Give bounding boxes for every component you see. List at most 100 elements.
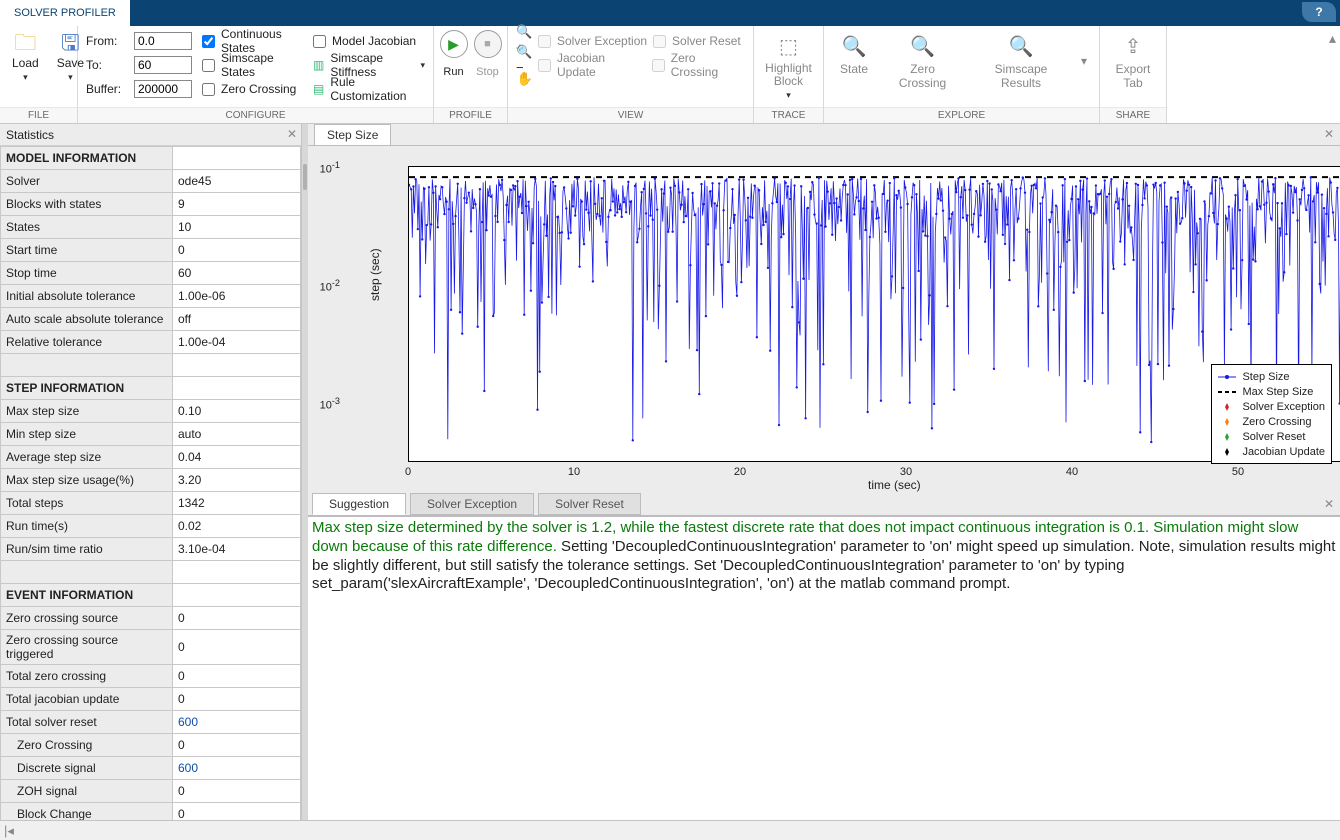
chart-icon: ▥ <box>313 58 324 72</box>
stat-val-link[interactable]: 600 <box>173 757 301 780</box>
legend-zc: Zero Crossing <box>1242 416 1311 428</box>
to-input[interactable] <box>134 56 192 74</box>
stat-val: 9 <box>173 193 301 216</box>
group-explore: 🔍State 🔍Zero Crossing 🔍Simscape Results … <box>824 26 1100 123</box>
stat-val: 0 <box>173 734 301 757</box>
stat-val: 1342 <box>173 492 301 515</box>
statistics-table: MODEL INFORMATION Solverode45 Blocks wit… <box>0 146 301 820</box>
sim-results-icon: 🔍 <box>1007 32 1035 60</box>
from-label: From: <box>86 34 128 48</box>
stat-key: Max step size <box>1 400 173 423</box>
tab-suggestion[interactable]: Suggestion <box>312 493 406 515</box>
export-icon: ⇪ <box>1119 32 1147 60</box>
chevron-down-icon: ▾ <box>786 90 791 101</box>
stat-key: Zero crossing source triggered <box>1 630 173 665</box>
group-configure: From: To: Buffer: Continuous States Sims… <box>78 26 434 123</box>
rule-customization-button[interactable]: ▤ Rule Customization <box>313 78 425 100</box>
minimize-toolstrip-icon[interactable]: ▴ <box>1329 30 1336 47</box>
rewind-icon[interactable]: |◂ <box>4 823 14 839</box>
chevron-down-icon: ▾ <box>68 72 73 83</box>
export-tab-label: Export Tab <box>1116 62 1151 90</box>
chk-view-solver-reset-label: Solver Reset <box>672 34 741 48</box>
group-label-trace: TRACE <box>754 107 823 123</box>
gear-icon[interactable]: ✕ <box>1324 127 1334 141</box>
group-share: ⇪Export Tab SHARE <box>1100 26 1166 123</box>
chk-simscape-states[interactable] <box>202 59 215 72</box>
group-file: 🗀 Load ▾ 🖫 Save ▾ FILE <box>0 26 78 123</box>
tab-solver-profiler[interactable]: SOLVER PROFILER <box>0 0 130 26</box>
from-input[interactable] <box>134 32 192 50</box>
chk-continuous-states[interactable] <box>202 35 215 48</box>
chevron-down-icon: ▾ <box>23 72 28 83</box>
chk-view-solver-exception <box>538 35 551 48</box>
highlight-block-button: ⬚ Highlight Block ▾ <box>762 30 815 103</box>
legend-solver-exc: Solver Exception <box>1242 401 1325 413</box>
run-label: Run <box>440 66 468 78</box>
stat-key: Total solver reset <box>1 711 173 734</box>
stat-val: 3.10e-04 <box>173 538 301 561</box>
toolstrip: 🗀 Load ▾ 🖫 Save ▾ FILE From: To: Buffer:… <box>0 26 1340 124</box>
state-button: 🔍State <box>832 30 876 92</box>
ytick: 10-1 <box>244 160 340 176</box>
chk-zero-crossing[interactable] <box>202 83 215 96</box>
stop-button[interactable]: ■ <box>474 30 502 58</box>
simscape-stiffness-button[interactable]: ▥Simscape Stiffness ▾ <box>313 54 425 76</box>
statistics-panel: Statistics ✕ MODEL INFORMATION Solverode… <box>0 124 302 820</box>
zoom-out-icon[interactable]: 🔍− <box>516 50 534 68</box>
stat-key: Run time(s) <box>1 515 173 538</box>
buffer-label: Buffer: <box>86 82 128 96</box>
legend-max-step: Max Step Size <box>1242 386 1313 398</box>
stat-key: Discrete signal <box>1 757 173 780</box>
stat-val: 0 <box>173 630 301 665</box>
chart-xlabel: time (sec) <box>868 478 921 492</box>
tab-step-size[interactable]: Step Size <box>314 124 391 145</box>
legend-solver-reset: Solver Reset <box>1242 431 1305 443</box>
stop-icon: ■ <box>484 38 491 50</box>
stat-key: Total steps <box>1 492 173 515</box>
chk-model-jacobian-label: Model Jacobian <box>332 34 416 48</box>
explore-more-button[interactable]: ▾ <box>1077 30 1091 92</box>
stat-key: Total jacobian update <box>1 688 173 711</box>
stat-key: Initial absolute tolerance <box>1 285 173 308</box>
export-tab-button: ⇪Export Tab <box>1108 30 1158 92</box>
step-size-chart <box>409 167 1340 463</box>
list-icon: ▤ <box>313 82 324 96</box>
chk-view-solver-reset <box>653 35 666 48</box>
stat-key: Total zero crossing <box>1 665 173 688</box>
chart-ylabel: step (sec) <box>368 248 382 301</box>
stat-val-link[interactable]: 600 <box>173 711 301 734</box>
load-button[interactable]: 🗀 Load ▾ <box>8 30 43 85</box>
rule-customization-label: Rule Customization <box>330 75 425 103</box>
stat-key: Solver <box>1 170 173 193</box>
stat-val: 0 <box>173 803 301 821</box>
chk-model-jacobian[interactable] <box>313 35 326 48</box>
chart-axes[interactable] <box>408 166 1340 462</box>
load-label: Load <box>12 56 39 70</box>
simscape-results-button: 🔍Simscape Results <box>969 30 1073 92</box>
right-panel: Step Size ✕ step (sec) time (sec) 10-1 1… <box>308 124 1340 820</box>
chk-zero-crossing-label: Zero Crossing <box>221 82 296 96</box>
run-button[interactable]: ▶ <box>440 30 468 58</box>
stat-val: 3.20 <box>173 469 301 492</box>
chk-view-jacobian-update <box>538 59 551 72</box>
tab-solver-exception[interactable]: Solver Exception <box>410 493 534 515</box>
stat-val: auto <box>173 423 301 446</box>
buffer-input[interactable] <box>134 80 192 98</box>
stat-val: 0 <box>173 239 301 262</box>
xtick: 30 <box>886 466 926 478</box>
pan-icon[interactable]: ✋ <box>516 70 534 88</box>
group-profile: ▶ ■ Run Stop PROFILE <box>434 26 508 123</box>
state-icon: 🔍 <box>840 32 868 60</box>
group-view: 🔍+ 🔍− ✋ Solver Exception Solver Reset Ja… <box>508 26 754 123</box>
gear-icon[interactable]: ✕ <box>1324 497 1334 511</box>
highlight-icon: ⬚ <box>775 32 803 60</box>
tab-solver-reset[interactable]: Solver Reset <box>538 493 641 515</box>
chk-view-jacobian-update-label: Jacobian Update <box>557 51 646 79</box>
plot-area: step (sec) time (sec) 10-1 10-2 10-3 0 1… <box>308 146 1340 494</box>
status-bar: |◂ <box>0 820 1340 840</box>
toolstrip-spacer: ▴ <box>1166 26 1340 123</box>
statistics-scroll[interactable]: MODEL INFORMATION Solverode45 Blocks wit… <box>0 146 301 820</box>
gear-icon[interactable]: ✕ <box>287 127 297 141</box>
zc-explore-label: Zero Crossing <box>888 62 957 90</box>
help-icon[interactable]: ? <box>1302 2 1336 22</box>
